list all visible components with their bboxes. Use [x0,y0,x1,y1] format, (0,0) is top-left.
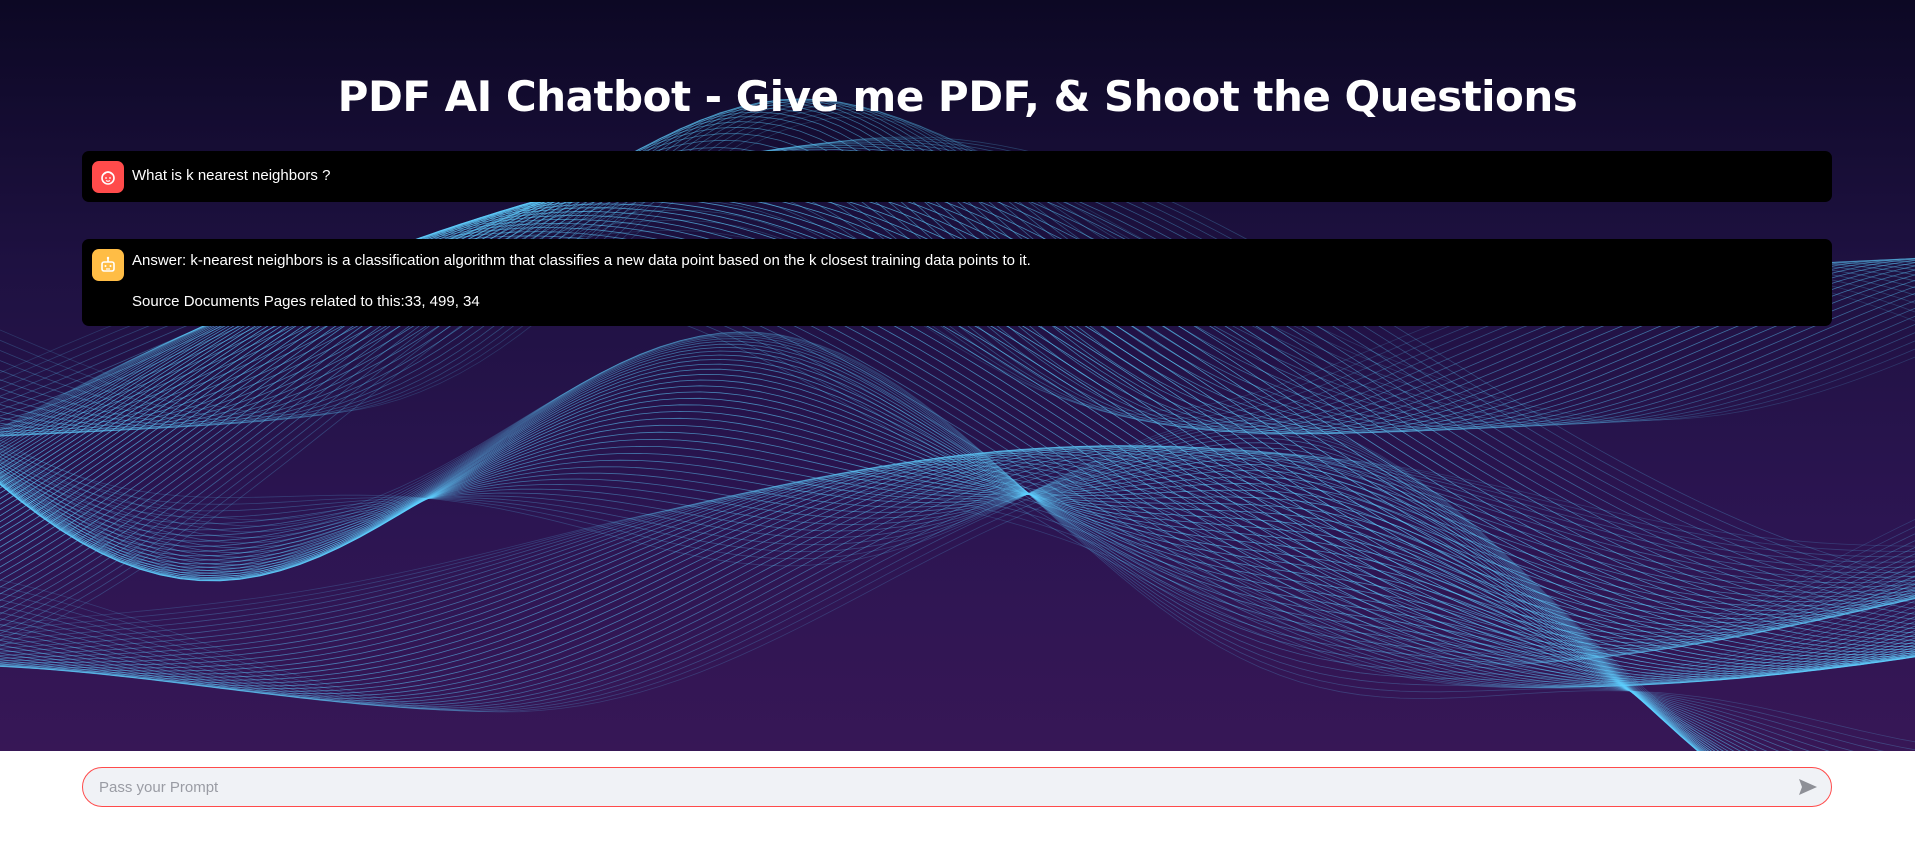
assistant-avatar [92,249,124,281]
prompt-input-container [82,767,1832,807]
page-title: PDF AI Chatbot - Give me PDF, & Shoot th… [337,72,1578,121]
app-root: PDF AI Chatbot - Give me PDF, & Shoot th… [0,0,1915,853]
chat-input-bar [0,751,1915,853]
assistant-answer-text: Answer: k-nearest neighbors is a classif… [132,252,1031,269]
assistant-sources-text: Source Documents Pages related to this:3… [132,293,480,310]
user-message-text: What is k nearest neighbors ? [132,167,331,184]
chat-message-user: What is k nearest neighbors ? [82,151,1832,202]
user-avatar [92,161,124,193]
prompt-input[interactable] [99,768,1779,806]
chat-message-assistant: Answer: k-nearest neighbors is a classif… [82,239,1832,326]
main-content-area: PDF AI Chatbot - Give me PDF, & Shoot th… [0,0,1915,751]
send-button[interactable] [1795,775,1821,799]
send-arrow-icon [1799,779,1817,795]
robot-icon [101,256,115,272]
user-face-icon [101,171,115,185]
